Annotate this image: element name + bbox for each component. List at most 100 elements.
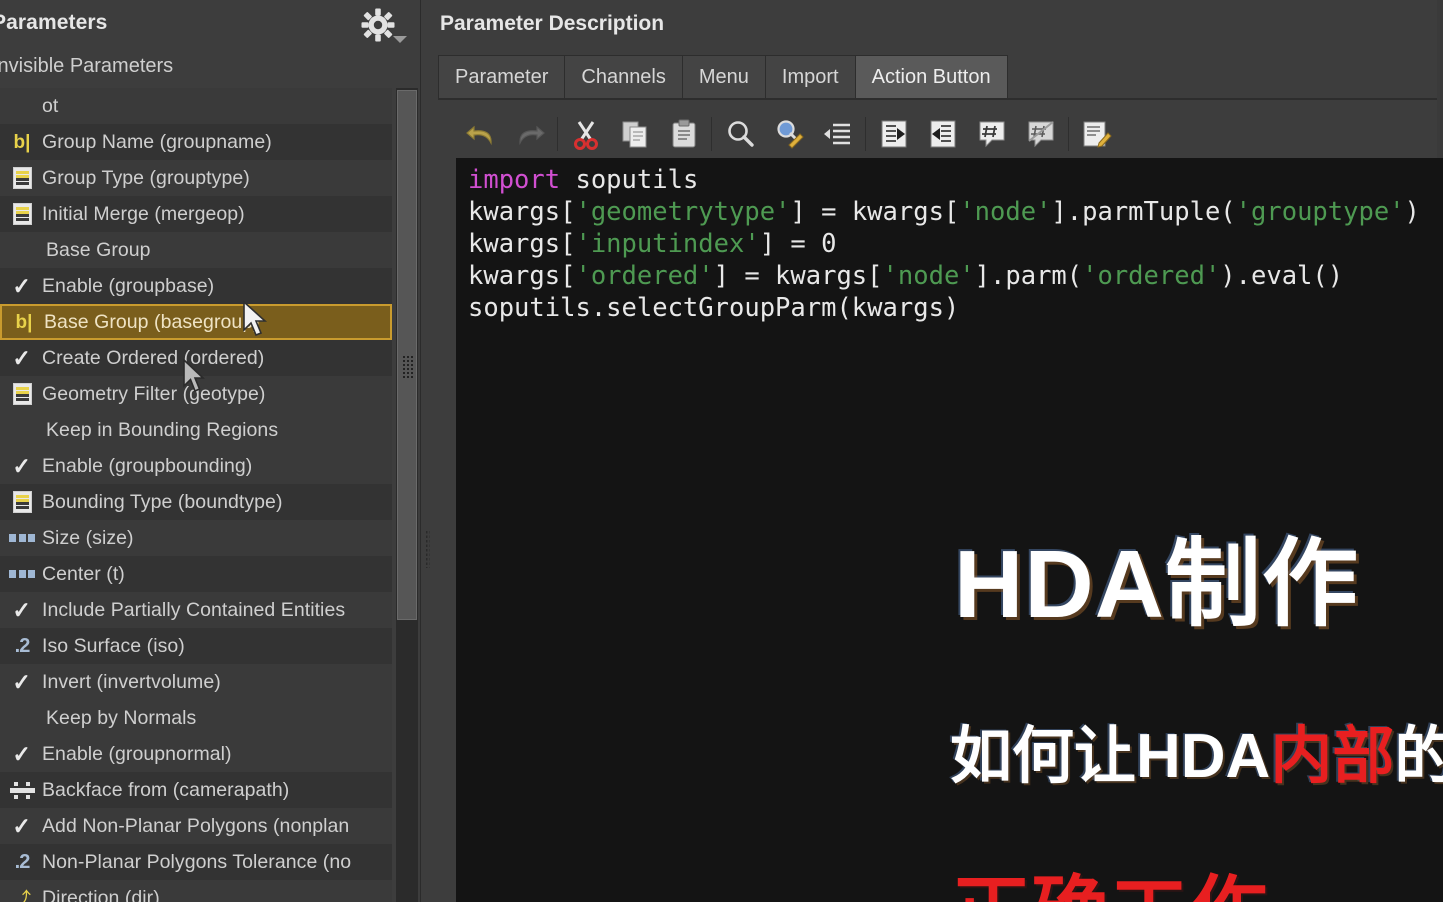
code-token: ].parm( [974, 261, 1083, 291]
parameter-row-label: Base Group [46, 238, 151, 261]
ramp-parm-icon: ⤴ [13, 889, 31, 902]
parameter-row[interactable]: Center (t) [0, 556, 392, 592]
parameter-row-selected[interactable]: b| Base Group (basegroup) [0, 304, 392, 340]
code-token: kwargs[ [468, 229, 576, 259]
code-token: soputils.selectGroupParm(kwargs) [468, 293, 960, 323]
parameter-row[interactable]: .2 Iso Surface (iso) [0, 628, 392, 664]
overlay-line2-segment: 内部 [1270, 722, 1395, 791]
parameter-folder-row[interactable]: Keep by Normals [0, 700, 392, 736]
parameter-folder-row[interactable]: Base Group [0, 232, 392, 268]
find-icon[interactable] [715, 112, 764, 156]
shift-right-icon[interactable] [869, 112, 918, 156]
parameter-row[interactable]: ✓ Include Partially Contained Entities [0, 592, 392, 628]
parameter-row[interactable]: b| Group Name (groupname) [0, 124, 392, 160]
parameter-row-label: Invert (invertvolume) [42, 670, 221, 693]
panel-title: Parameters [0, 11, 108, 34]
uncomment-icon[interactable] [1016, 112, 1065, 156]
parameter-row-label: Keep in Bounding Regions [46, 418, 279, 441]
parameter-row[interactable]: ✓ Enable (groupnormal) [0, 736, 392, 772]
code-line: soputils.selectGroupParm(kwargs) [468, 292, 1420, 324]
parameter-row[interactable]: Size (size) [0, 520, 392, 556]
code-token: ) [1404, 197, 1420, 227]
parameter-row[interactable]: ✓ Add Non-Planar Polygons (nonplan [0, 808, 392, 844]
toggle-parm-icon [2, 775, 42, 805]
parameter-row-label: Center (t) [42, 562, 125, 585]
parameter-row[interactable]: ✓ Enable (groupbounding) [0, 448, 392, 484]
parameter-row-label: Enable (groupnormal) [42, 742, 232, 765]
checkbox-icon: ✓ [12, 344, 32, 371]
overlay-title-line2: 如何让HDA内部的group [950, 705, 1443, 795]
parameter-row-label: Bounding Type (boundtype) [42, 490, 283, 513]
chevron-down-icon[interactable] [393, 36, 407, 43]
parameter-row[interactable]: Backface from (camerapath) [0, 772, 392, 808]
parameter-row-label: Non-Planar Polygons Tolerance (no [42, 850, 352, 873]
parameter-row-label: Size (size) [42, 526, 134, 549]
overlay-title-line1: HDA制作 [954, 531, 1359, 638]
parameter-row-label: Iso Surface (iso) [42, 634, 185, 657]
code-line: kwargs['geometrytype'] = kwargs['node'].… [468, 196, 1420, 228]
tab-menu[interactable]: Menu [681, 55, 765, 99]
code-token: ] = kwargs[ [713, 261, 883, 291]
edit-external-icon[interactable] [1072, 112, 1121, 156]
indent-icon[interactable] [813, 112, 862, 156]
tab-import[interactable]: Import [764, 55, 855, 99]
script-code-text[interactable]: import soputils kwargs['geometrytype'] = … [468, 164, 1420, 324]
parameter-row-label: Base Group (basegroup) [44, 310, 260, 333]
menu-parm-icon [2, 487, 42, 517]
code-token: 'node' [959, 197, 1052, 227]
parameter-description-tabs: Parameter Channels Menu Import Action Button [438, 55, 1008, 99]
parameter-row[interactable]: ✓ Create Ordered (ordered) [0, 340, 392, 376]
code-token: 'grouptype' [1235, 197, 1405, 227]
scrollbar-grip-icon [402, 355, 413, 379]
overlay-line2-segment: 的 [1394, 722, 1443, 791]
cut-icon[interactable] [561, 112, 610, 156]
action-button-script-editor[interactable]: import soputils kwargs['geometrytype'] = … [456, 158, 1443, 902]
paste-icon[interactable] [659, 112, 708, 156]
code-token: ).eval() [1220, 261, 1344, 291]
string-parm-icon: b| [15, 311, 33, 333]
checkbox-icon: ✓ [12, 668, 32, 695]
parameter-row[interactable]: Geometry Filter (geotype) [0, 376, 392, 412]
tab-parameter[interactable]: Parameter [438, 55, 565, 99]
code-token: 'inputindex' [575, 229, 760, 259]
tab-channels[interactable]: Channels [564, 55, 682, 99]
parameter-row[interactable]: Bounding Type (boundtype) [0, 484, 392, 520]
parameter-row[interactable]: ⤴ Direction (dir) [0, 880, 392, 902]
checkbox-icon: ✓ [12, 452, 32, 479]
tab-underline [438, 98, 1437, 100]
parameter-row-label: Group Name (groupname) [42, 130, 272, 153]
gear-icon[interactable] [358, 5, 398, 45]
parameter-folder-row[interactable]: Keep in Bounding Regions [0, 412, 392, 448]
shift-left-icon[interactable] [918, 112, 967, 156]
code-token: 'node' [882, 261, 975, 291]
tab-action-button[interactable]: Action Button [854, 55, 1008, 99]
parameter-row[interactable]: ✓ Invert (invertvolume) [0, 664, 392, 700]
parameter-row[interactable]: Group Type (grouptype) [0, 160, 392, 196]
copy-icon[interactable] [610, 112, 659, 156]
parameter-row-label: Create Ordered (ordered) [42, 346, 265, 369]
invisible-parameters-header: Invisible Parameters [0, 47, 430, 87]
comment-icon[interactable] [967, 112, 1016, 156]
checkbox-icon: ✓ [12, 740, 32, 767]
parameter-row[interactable]: .2 Non-Planar Polygons Tolerance (no [0, 844, 392, 880]
checkbox-icon: ✓ [12, 596, 32, 623]
code-token: 'ordered' [1082, 261, 1221, 291]
folder-spacer [2, 415, 42, 445]
toolbar-separator [557, 117, 558, 151]
parameter-row[interactable]: Initial Merge (mergeop) [0, 196, 392, 232]
string-parm-icon: b| [13, 131, 31, 153]
code-token: ].parmTuple( [1051, 197, 1236, 227]
parameter-row[interactable]: ✓ Enable (groupbase) [0, 268, 392, 304]
toolbar-separator [711, 117, 712, 151]
parameter-list[interactable]: ot b| Group Name (groupname) Group Type (gr… [0, 88, 392, 902]
redo-icon[interactable] [505, 112, 554, 156]
code-line: kwargs['inputindex'] = 0 [468, 228, 1420, 260]
parameter-row-label: Enable (groupbounding) [42, 454, 253, 477]
parameter-row-label: Backface from (camerapath) [42, 778, 290, 801]
find-replace-icon[interactable] [764, 112, 813, 156]
undo-icon[interactable] [456, 112, 505, 156]
parameter-row[interactable]: ot [0, 88, 392, 124]
parameter-row-label: Add Non-Planar Polygons (nonplan [42, 814, 350, 837]
code-token: kwargs[ [468, 261, 576, 291]
code-token: ] = kwargs[ [790, 197, 960, 227]
